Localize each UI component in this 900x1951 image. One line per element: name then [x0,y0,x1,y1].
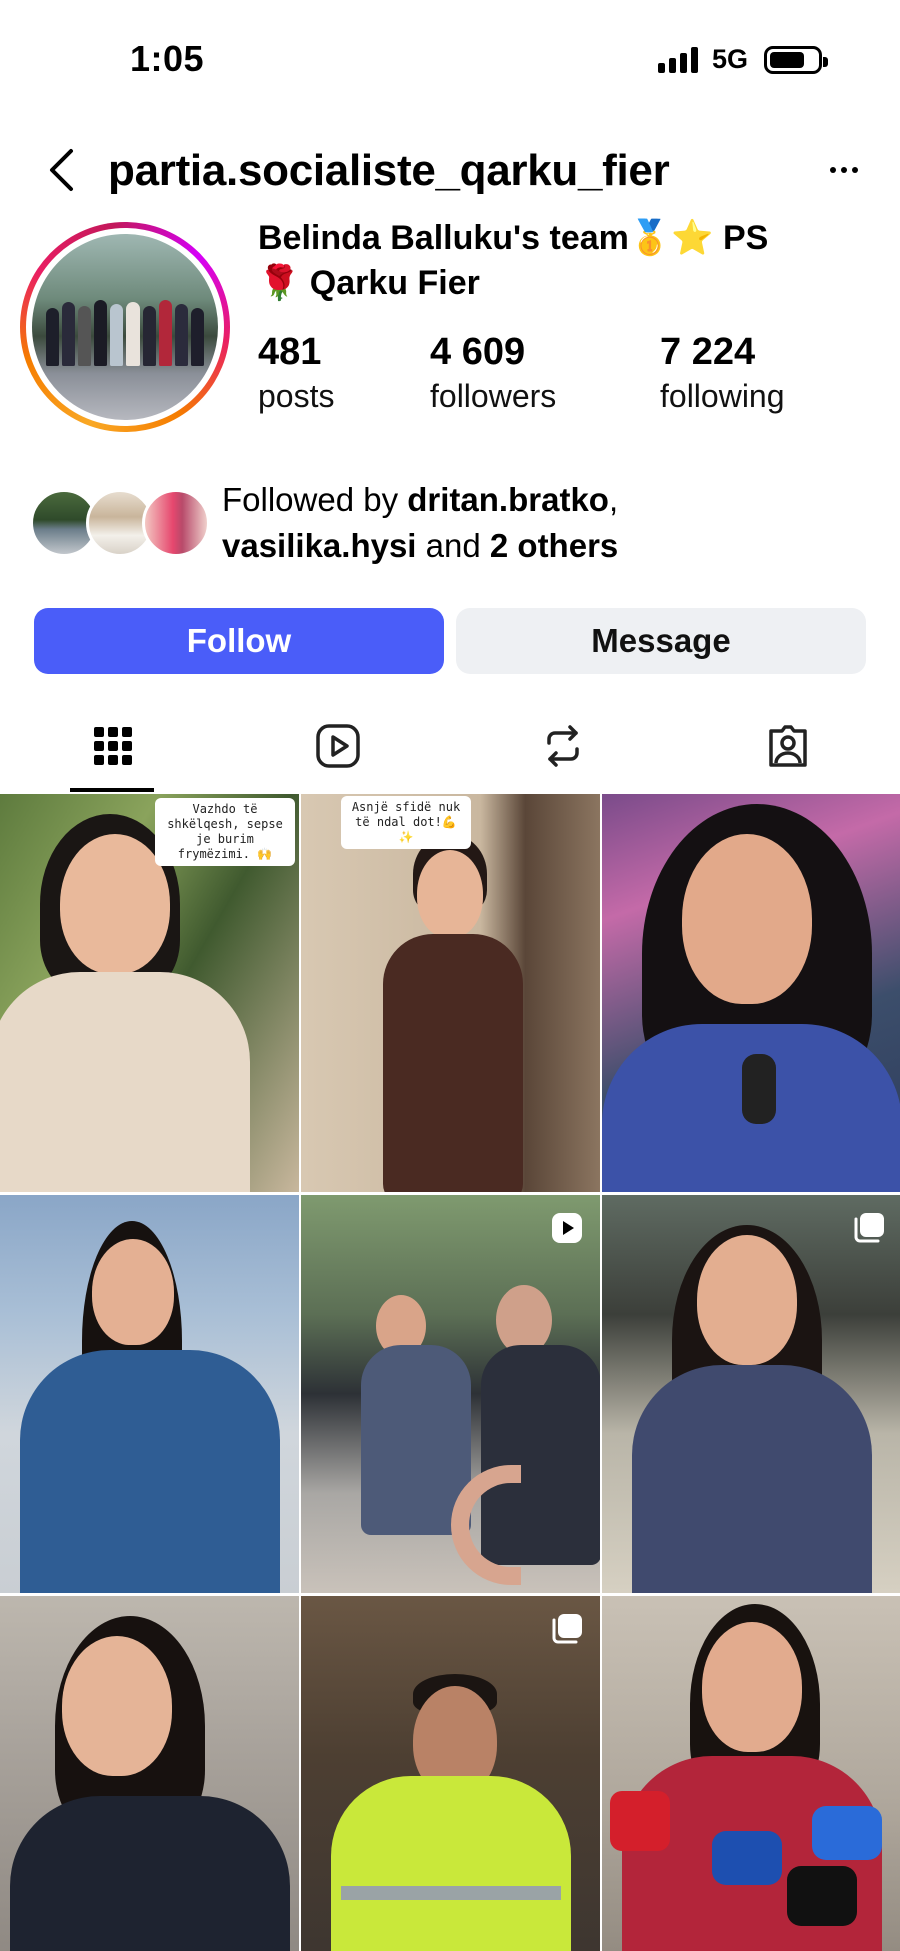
reels-icon [315,724,360,768]
status-bar: 1:05 5G [0,0,900,120]
status-time: 1:05 [130,38,205,79]
tagged-icon [768,725,807,767]
stat-label: posts [258,378,335,414]
carousel-icon [854,1213,884,1243]
carousel-badge [852,1211,886,1245]
stat-label: following [660,378,785,414]
network-type: 5G [711,44,748,74]
profile-username: partia.socialiste_qarku_fier [108,146,670,195]
followed-prefix: Followed by [222,481,408,518]
followed-and: and [416,527,490,564]
reposts-icon [546,725,579,767]
tab-reposts[interactable] [450,700,675,792]
stat-label: followers [430,378,557,414]
stat-followers[interactable]: 4 609 followers [430,330,660,418]
back-button[interactable] [36,144,86,196]
reel-icon [552,1213,582,1243]
tab-reels[interactable] [225,700,450,792]
stat-value: 7 224 [660,331,756,373]
more-options-button[interactable] [822,150,866,190]
followed-by-text: Followed by dritan.bratko, vasilika.hysi … [222,477,882,569]
post-thumbnail[interactable]: Asnjë sfidë nuk të ndal dot!💪✨ [301,794,600,1192]
tab-tagged[interactable] [675,700,900,792]
mutual-follower-avatars [30,489,210,559]
bio-line-1: Belinda Balluku's team🥇⭐ PS [258,219,769,257]
profile-tabs [0,700,900,792]
post-thumbnail[interactable] [602,1596,900,1951]
separator: , [608,481,619,518]
post-thumbnail[interactable] [602,794,900,1192]
profile-avatar-story-ring[interactable] [20,222,230,432]
post-caption: Vazhdo të shkëlqesh, sepse je burim frym… [155,798,295,866]
bio-line-2: 🌹 Qarku Fier [258,264,480,302]
followed-by[interactable]: Followed by dritan.bratko, vasilika.hysi … [30,475,890,575]
grid-icon [93,727,132,765]
post-thumbnail[interactable] [301,1596,600,1951]
follower-link[interactable]: vasilika.hysi [222,527,416,564]
post-thumbnail[interactable] [0,1195,299,1593]
profile-stats: 481 posts 4 609 followers 7 224 followin… [258,330,830,418]
message-button[interactable]: Message [456,608,866,674]
reel-badge [550,1211,584,1245]
carousel-badge [550,1612,584,1646]
post-thumbnail[interactable] [0,1596,299,1951]
post-thumbnail[interactable] [602,1195,900,1593]
follow-button[interactable]: Follow [34,608,444,674]
carousel-icon [552,1614,582,1644]
stat-value: 4 609 [430,331,526,373]
post-thumbnail[interactable] [301,1195,600,1593]
ellipsis-icon [830,167,836,173]
stat-following[interactable]: 7 224 following [660,330,830,418]
follower-link[interactable]: dritan.bratko [407,481,609,518]
posts-grid: Vazhdo të shkëlqesh, sepse je burim frym… [0,794,900,1951]
followed-others[interactable]: 2 others [490,527,618,564]
stat-value: 481 [258,331,322,373]
tab-posts-grid[interactable] [0,700,225,792]
stat-posts[interactable]: 481 posts [258,330,430,418]
profile-bio: Belinda Balluku's team🥇⭐ PS 🌹 Qarku Fier [258,216,858,306]
avatar [142,489,210,557]
chevron-left-icon [50,149,73,191]
post-caption: Asnjë sfidë nuk të ndal dot!💪✨ [341,796,471,849]
status-indicators: 5G [657,44,828,75]
battery-icon [764,45,828,74]
profile-avatar [32,234,218,420]
post-thumbnail[interactable]: Vazhdo të shkëlqesh, sepse je burim frym… [0,794,299,1192]
profile-header: partia.socialiste_qarku_fier [0,128,900,218]
signal-icon [657,46,698,73]
